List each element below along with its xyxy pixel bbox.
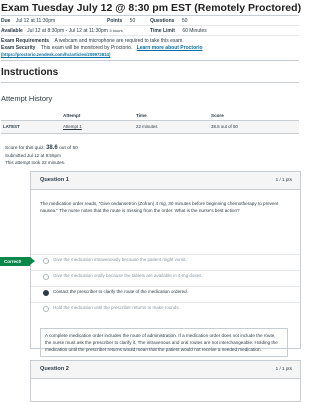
attempt-1-link[interactable]: Attempt 1 [63,124,82,129]
score-summary: Score for this quiz: 38.6 out of 50 [5,145,78,151]
time-limit-label: Time Limit [150,28,175,34]
requirements-row: Exam Requirements A webcam and microphon… [1,38,184,44]
available-value: Jul 12 at 8:30pm - Jul 12 at 11:30pm [27,28,108,34]
instructions-divider [1,82,299,83]
attempt-row-label: LATEST [3,124,20,129]
question-2-points: 1 / 1 pts [275,366,292,371]
proctorio-url-row: (https://proctorio.zendesk.com/hc/articl… [1,52,110,57]
proctorio-url-link[interactable]: (https://proctorio.zendesk.com/hc/articl… [1,52,110,57]
proctorio-learn-more-link[interactable]: Learn more about Proctorio [137,45,203,51]
attempt-score: 38.6 out of 50 [211,124,238,129]
attempt-history-heading: Attempt History [1,94,53,103]
radio-icon[interactable] [43,306,49,312]
answer-option-3[interactable]: Contact the prescriber to clarify the ro… [31,286,300,299]
questions-value: 50 [181,18,188,24]
points-label: Points [107,18,123,24]
requirements-label: Exam Requirements [1,38,50,44]
answer-option-1[interactable]: Give the medication intravenously becaus… [31,254,300,267]
questions-row: Questions 50 [150,18,187,24]
title-divider [1,15,299,16]
instructions-heading: Instructions [1,67,59,78]
score-suffix: out of 50 [59,146,78,151]
col-time: Time [136,113,147,118]
radio-icon[interactable] [43,274,49,280]
meta-divider-2 [1,35,299,36]
attempt-row-latest: LATEST Attempt 1 22 minutes 38.6 out of … [1,121,299,133]
attempt-duration-text: This attempt took 22 minutes. [5,160,66,165]
header-divider [1,60,299,61]
answer-explanation: A complete medication order includes the… [40,328,288,357]
question-2-title: Question 2 [40,366,69,372]
question-1-card: Question 1 1 / 1 pts The medication orde… [30,171,301,357]
answer-option-2[interactable]: Give the medication orally because the t… [31,270,300,283]
question-1-header: Question 1 1 / 1 pts [31,172,300,190]
submitted-text: Submitted Jul 12 at 8:55pm [5,153,61,158]
radio-icon[interactable] [43,258,49,264]
question-1-points: 1 / 1 pts [275,177,292,182]
time-limit-row: Time Limit 60 Minutes [150,28,207,34]
time-limit-value: 60 Minutes [182,28,207,34]
exam-title: Exam Tuesday July 12 @ 8:30 pm EST (Remo… [1,2,302,14]
answer-option-3-text: Contact the prescriber to clarify the ro… [53,289,188,294]
col-score: Score [211,113,224,118]
points-value: 50 [129,18,136,24]
radio-selected-icon[interactable] [43,290,49,296]
attempt-table-bottom-divider [1,133,299,134]
due-label: Due [1,18,11,24]
answer-option-4-text: Hold the medication until the prescriber… [53,305,180,310]
available-label: Available [1,28,23,34]
security-row: Exam Security This exam will be monitore… [1,45,203,51]
available-row: Available Jul 12 at 8:30pm - Jul 12 at 1… [1,28,123,34]
question-2-card: Question 2 1 / 1 pts [30,360,301,402]
security-label: Exam Security [1,45,36,51]
correct-badge: Correct! [0,257,35,266]
question-1-title: Question 1 [40,177,69,183]
due-row: Due Jul 12 at 11:30pm [1,18,55,24]
answer-option-1-text: Give the medication intravenously becaus… [53,257,187,262]
answer-option-4[interactable]: Hold the medication until the prescriber… [31,302,300,315]
score-value: 38.6 [46,145,58,151]
question-1-text: The medication order reads, "Give ondans… [40,201,279,213]
requirements-value: A webcam and microphone are required to … [54,38,184,44]
meta-divider-1 [1,25,299,26]
score-prefix: Score for this quiz: [5,146,45,151]
questions-label: Questions [150,18,175,24]
points-row: Points 50 [107,18,135,24]
due-value: Jul 12 at 11:30pm [15,18,56,24]
answer-option-2-text: Give the medication orally because the t… [53,273,203,278]
security-value: This exam will be monitored by Proctorio… [40,45,133,51]
question-2-header: Question 2 1 / 1 pts [31,361,300,379]
available-hours: 3 hours [109,28,123,33]
attempt-time: 22 minutes [136,124,158,129]
col-attempt: Attempt [63,113,81,118]
